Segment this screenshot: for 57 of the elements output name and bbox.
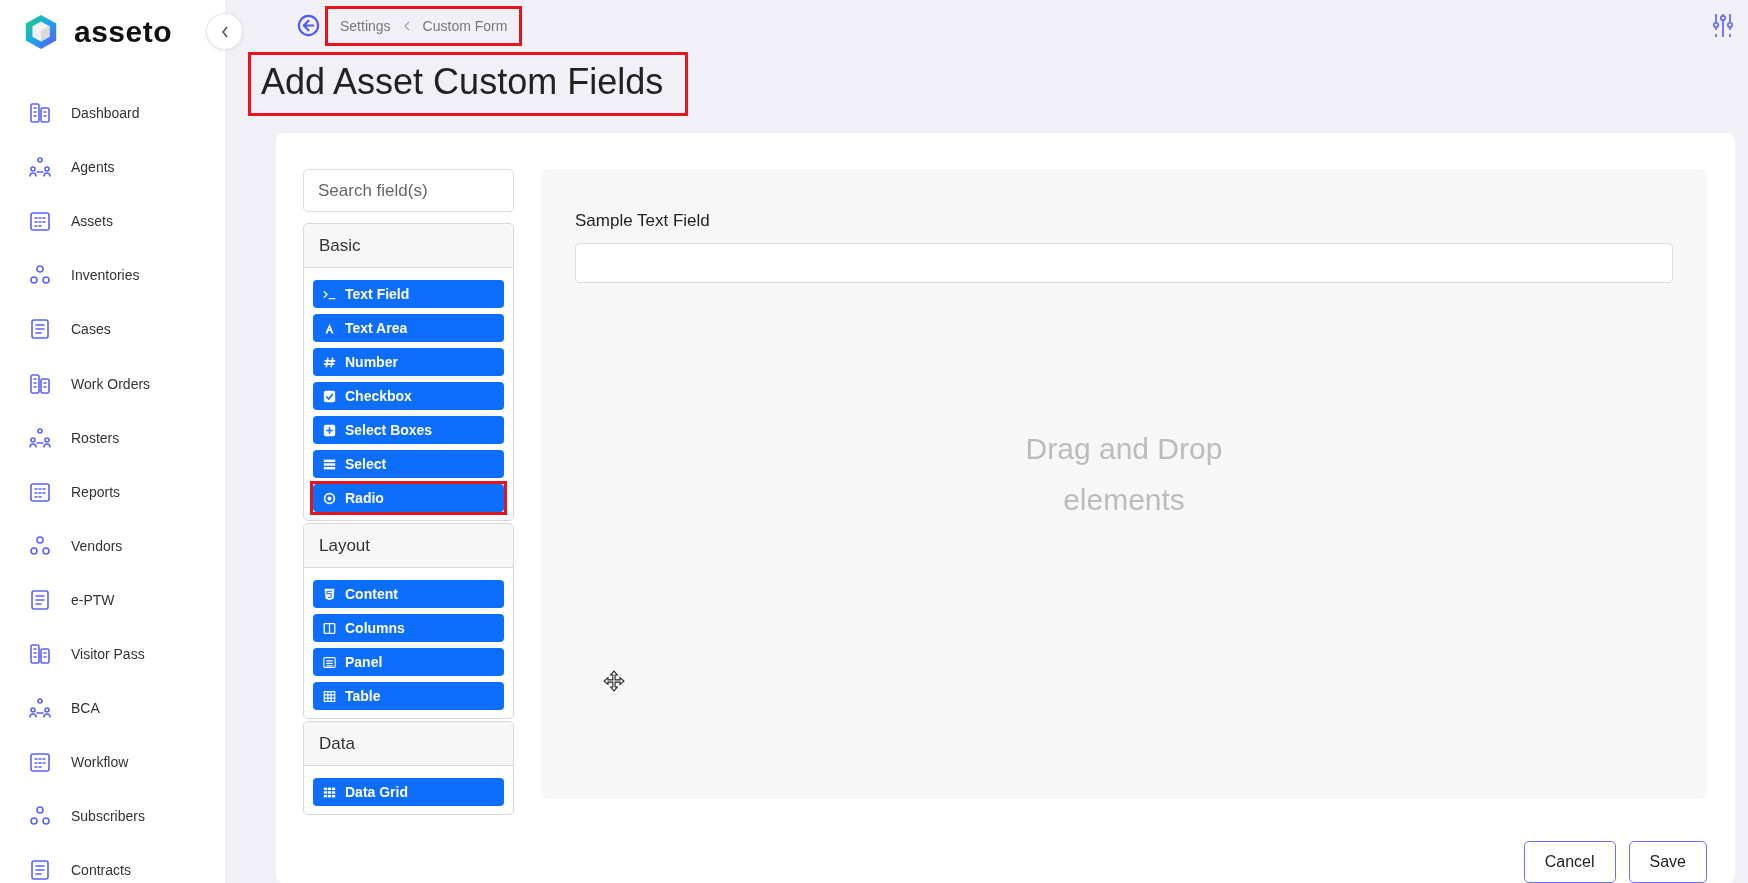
list-icon — [323, 457, 336, 471]
sidebar-item[interactable]: Cases — [0, 302, 225, 357]
save-button[interactable]: Save — [1628, 841, 1707, 883]
chevron-left-icon — [402, 19, 411, 32]
shield-icon — [323, 587, 336, 601]
grid-icon — [323, 785, 336, 799]
people-icon — [28, 155, 52, 180]
component-button[interactable]: Panel — [313, 648, 504, 676]
component-button[interactable]: Text Field — [313, 280, 504, 308]
group-header[interactable]: Layout — [304, 524, 513, 568]
sidebar-item[interactable]: Assets — [0, 194, 225, 249]
component-button[interactable]: Select Boxes — [313, 416, 504, 444]
sidebar-item[interactable]: Dashboard — [0, 86, 225, 141]
sidebar-item[interactable]: Reports — [0, 464, 225, 519]
sidebar-item[interactable]: e-PTW — [0, 572, 225, 627]
search-field[interactable]: Search field(s) — [303, 169, 514, 212]
calendar-grid-icon — [28, 209, 52, 234]
sidebar-item[interactable]: Inventories — [0, 248, 225, 303]
cancel-button[interactable]: Cancel — [1523, 841, 1616, 883]
brand-name: asseto — [74, 15, 173, 49]
component-button[interactable]: Checkbox — [313, 382, 504, 410]
plus-square-icon — [323, 423, 336, 437]
sample-text-field[interactable] — [575, 243, 1673, 283]
component-button[interactable]: Data Grid — [313, 778, 504, 806]
component-button[interactable]: Columns — [313, 614, 504, 642]
sidebar-item[interactable]: Work Orders — [0, 356, 225, 411]
letter-icon — [323, 321, 336, 335]
sliders-icon[interactable] — [1711, 11, 1735, 40]
columns-icon — [323, 621, 336, 635]
sidebar-item[interactable]: Agents — [0, 140, 225, 195]
radio-icon — [323, 491, 336, 505]
drop-hint: Drag and Drop elements — [1024, 431, 1224, 518]
group-header[interactable]: Basic — [304, 224, 513, 268]
sidebar-item[interactable]: BCA — [0, 681, 225, 736]
component-button[interactable]: Text Area — [313, 314, 504, 342]
sidebar-item[interactable]: Workflow — [0, 735, 225, 790]
field-label: Sample Text Field — [575, 211, 711, 231]
sidebar-item[interactable]: Vendors — [0, 518, 225, 573]
breadcrumb-link[interactable]: Settings — [340, 17, 391, 34]
component-button[interactable]: Table — [313, 682, 504, 710]
component-button[interactable]: Number — [313, 348, 504, 376]
checkbox-icon — [323, 389, 336, 403]
component-button[interactable]: Radio — [313, 484, 504, 512]
sidebar-item[interactable]: Rosters — [0, 410, 225, 465]
move-cursor-icon — [603, 670, 625, 692]
sidebar-item[interactable]: Contracts — [0, 843, 225, 883]
building-icon — [28, 101, 52, 126]
breadcrumb-link[interactable]: Custom Form — [422, 17, 508, 34]
sidebar-item[interactable]: Subscribers — [0, 789, 225, 844]
component-button[interactable]: Content — [313, 580, 504, 608]
sidebar-item[interactable]: Visitor Pass — [0, 626, 225, 682]
group-header[interactable]: Data — [304, 722, 513, 766]
table-icon — [323, 689, 336, 703]
page-title: Add Asset Custom Fields — [251, 55, 686, 113]
component-button[interactable]: Select — [313, 450, 504, 478]
panel-icon — [323, 655, 336, 669]
hash-icon — [323, 355, 336, 369]
